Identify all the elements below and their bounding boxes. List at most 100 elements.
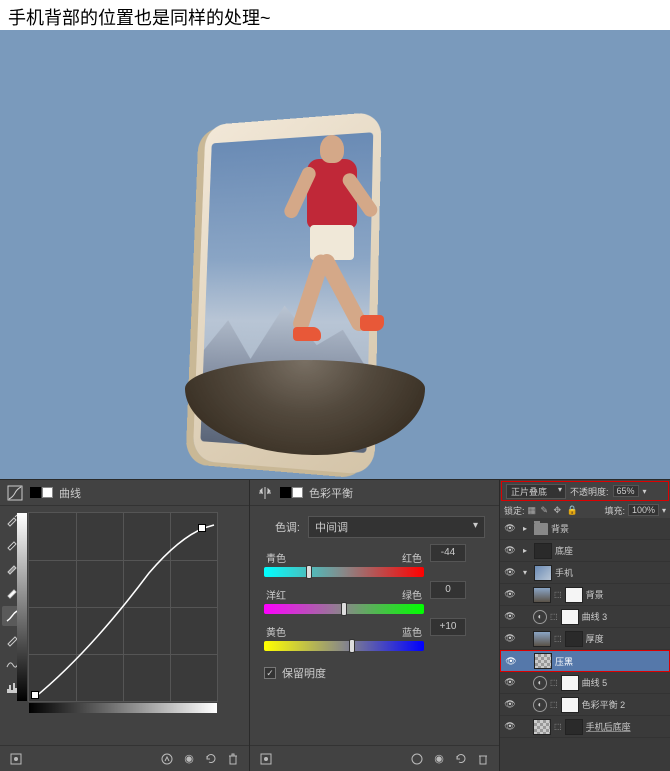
layer-name[interactable]: 背景	[586, 588, 667, 601]
clip-to-layer-icon[interactable]	[159, 751, 175, 767]
layers-lock-row: 锁定: ▦ ✎ ✥ 🔒 填充: 100% ▾	[500, 502, 670, 518]
color-balance-title: 色彩平衡	[309, 485, 353, 501]
mask-indicator	[30, 487, 53, 498]
opacity-dropdown-icon[interactable]: ▾	[643, 487, 647, 496]
layer-row[interactable]: 👁 ▾ 手机	[500, 562, 670, 584]
expand-arrow-icon[interactable]: ▸	[523, 546, 531, 555]
mask-link-icon[interactable]: ⬚	[550, 678, 558, 687]
adjustment-layer-icon: ◐	[533, 698, 547, 712]
visibility-toggle-icon[interactable]: 👁	[503, 545, 517, 556]
color-slider[interactable]	[264, 567, 424, 577]
slider-left-label: 黄色	[266, 624, 286, 639]
mask-thumbnail[interactable]	[561, 697, 579, 713]
blend-mode-select[interactable]: 正片叠底	[506, 484, 566, 499]
layer-row[interactable]: 👁 ⬚ 背景	[500, 584, 670, 606]
mask-thumbnail[interactable]	[565, 631, 583, 647]
layer-row[interactable]: 👁 ◐⬚ 色彩平衡 2	[500, 694, 670, 716]
mask-link-icon[interactable]: ⬚	[554, 590, 562, 599]
slider-thumb[interactable]	[349, 639, 355, 653]
target-adjust-icon[interactable]	[8, 751, 24, 767]
visibility-toggle-icon[interactable]: 👁	[503, 567, 517, 578]
mask-link-icon[interactable]: ⬚	[554, 634, 562, 643]
visibility-toggle-icon[interactable]: 👁	[503, 611, 517, 622]
expand-arrow-icon[interactable]: ▸	[523, 524, 531, 533]
curves-body	[0, 506, 249, 745]
curve-point-shadow[interactable]	[31, 691, 39, 699]
visibility-toggle-icon[interactable]: 👁	[503, 633, 517, 644]
layer-name[interactable]: 手机后底座	[586, 720, 667, 733]
target-adjust-icon[interactable]	[258, 751, 274, 767]
layer-thumbnail[interactable]	[533, 719, 551, 735]
expand-arrow-icon[interactable]: ▾	[523, 568, 531, 577]
slider-value-input[interactable]: 0	[430, 581, 466, 599]
layer-name[interactable]: 曲线 3	[582, 610, 667, 623]
layer-row[interactable]: 👁 ⬚ 厚度	[500, 628, 670, 650]
slider-thumb[interactable]	[306, 565, 312, 579]
layer-row[interactable]: 👁 ▸ 背景	[500, 518, 670, 540]
layer-name[interactable]: 曲线 5	[582, 676, 667, 689]
lock-position-icon[interactable]: ✥	[554, 505, 564, 515]
curves-title: 曲线	[59, 485, 81, 501]
preserve-luminosity-checkbox[interactable]: ✓	[264, 667, 276, 679]
color-balance-panel: 色彩平衡 色调: 中间调 青色红色 -44 洋红绿色 0 黄色蓝色	[250, 480, 500, 771]
slider-value-input[interactable]: +10	[430, 618, 466, 636]
visibility-toggle-icon[interactable]: 👁	[503, 523, 517, 534]
mask-link-icon[interactable]: ⬚	[554, 722, 562, 731]
lock-transparency-icon[interactable]: ▦	[528, 505, 538, 515]
opacity-value[interactable]: 65%	[613, 485, 639, 497]
lock-all-icon[interactable]: 🔒	[567, 505, 577, 515]
fill-dropdown-icon[interactable]: ▾	[662, 506, 666, 515]
reset-icon[interactable]	[453, 751, 469, 767]
clip-to-layer-icon[interactable]	[409, 751, 425, 767]
layer-row[interactable]: 👁 ⬚ 手机后底座	[500, 716, 670, 738]
layer-thumbnail[interactable]	[534, 543, 552, 559]
mask-thumbnail[interactable]	[565, 587, 583, 603]
visibility-toggle-icon[interactable]: 👁	[503, 699, 517, 710]
layer-row[interactable]: 👁 压黑	[500, 650, 670, 672]
slider-right-label: 绿色	[402, 587, 422, 602]
layer-name[interactable]: 底座	[555, 544, 667, 557]
layer-name[interactable]: 背景	[551, 522, 667, 535]
layer-thumbnail[interactable]	[534, 565, 552, 581]
trash-icon[interactable]	[225, 751, 241, 767]
trash-icon[interactable]	[475, 751, 491, 767]
reset-icon[interactable]	[203, 751, 219, 767]
color-slider-row: 洋红绿色 0	[264, 587, 485, 614]
visibility-toggle-icon[interactable]: 👁	[503, 589, 517, 600]
layer-thumbnail[interactable]	[533, 587, 551, 603]
layer-name[interactable]: 手机	[555, 566, 667, 579]
mask-thumbnail[interactable]	[565, 719, 583, 735]
view-previous-icon[interactable]: ◉	[181, 751, 197, 767]
layer-list[interactable]: 👁▸背景👁▸底座👁▾手机👁⬚背景👁◐⬚曲线 3👁⬚厚度👁压黑👁◐⬚曲线 5👁◐⬚…	[500, 518, 670, 771]
color-slider[interactable]	[264, 641, 424, 651]
layer-row[interactable]: 👁◐⬚曲线 5	[500, 672, 670, 694]
layer-row[interactable]: 👁 ▸ 底座	[500, 540, 670, 562]
layer-name[interactable]: 厚度	[586, 632, 667, 645]
visibility-toggle-icon[interactable]: 👁	[503, 677, 517, 688]
layer-row[interactable]: 👁◐⬚曲线 3	[500, 606, 670, 628]
layer-name[interactable]: 压黑	[555, 655, 666, 668]
visibility-toggle-icon[interactable]: 👁	[504, 656, 518, 667]
mask-link-icon[interactable]: ⬚	[550, 612, 558, 621]
mask-thumbnail[interactable]	[561, 675, 579, 691]
color-balance-body: 色调: 中间调 青色红色 -44 洋红绿色 0 黄色蓝色 +10	[250, 506, 499, 745]
mask-thumbnail[interactable]	[561, 609, 579, 625]
view-previous-icon[interactable]: ◉	[431, 751, 447, 767]
layers-blend-row: 正片叠底 不透明度: 65% ▾	[501, 481, 669, 501]
layer-thumbnail[interactable]	[534, 653, 552, 669]
curve-point-highlight[interactable]	[198, 524, 206, 532]
layer-thumbnail[interactable]	[533, 631, 551, 647]
tone-select[interactable]: 中间调	[308, 516, 485, 538]
curve-line[interactable]	[29, 513, 219, 703]
layer-name[interactable]: 色彩平衡 2	[582, 698, 667, 711]
canvas-preview	[0, 30, 670, 479]
properties-panels: 曲线	[0, 479, 670, 771]
lock-pixels-icon[interactable]: ✎	[541, 505, 551, 515]
mask-link-icon[interactable]: ⬚	[550, 700, 558, 709]
curve-graph[interactable]	[28, 512, 218, 702]
visibility-toggle-icon[interactable]: 👁	[503, 721, 517, 732]
slider-thumb[interactable]	[341, 602, 347, 616]
slider-value-input[interactable]: -44	[430, 544, 466, 562]
color-slider[interactable]	[264, 604, 424, 614]
fill-value[interactable]: 100%	[628, 504, 659, 516]
